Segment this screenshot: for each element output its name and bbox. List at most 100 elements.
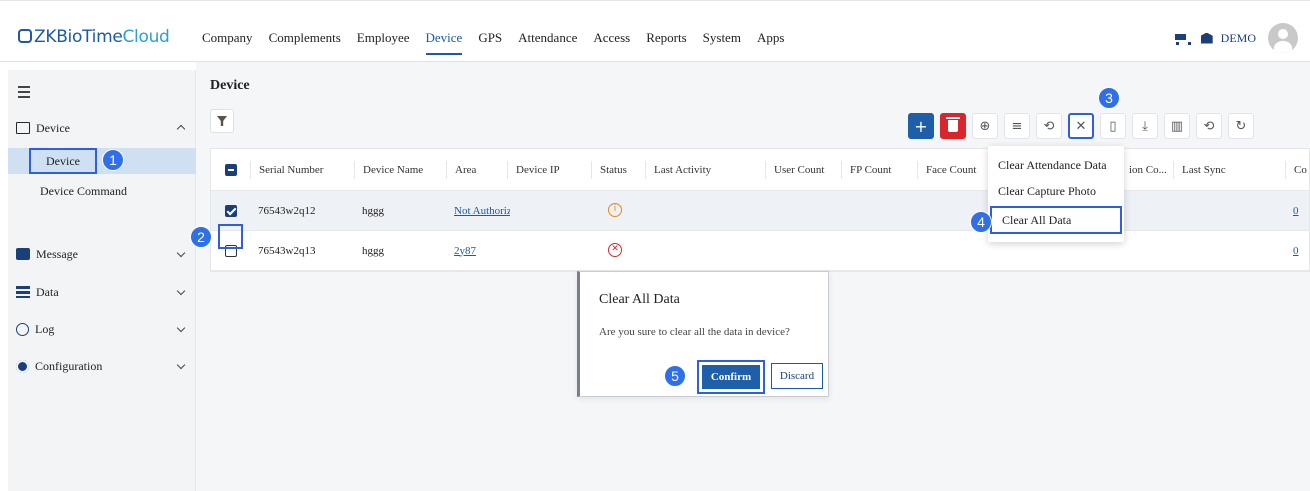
table-header: Serial Number Device Name Area Device IP… (211, 149, 1309, 191)
download-button[interactable]: ⤓ (1132, 113, 1158, 139)
nav-company[interactable]: Company (202, 30, 253, 46)
nav-employee[interactable]: Employee (357, 30, 410, 46)
device-icon (16, 122, 30, 134)
clear-data-button[interactable]: ✕ (1068, 113, 1094, 139)
discard-button[interactable]: Discard (771, 363, 823, 389)
user-sync-icon: ⟲ (1043, 118, 1055, 134)
chevron-down-icon (176, 360, 186, 370)
add-button[interactable]: + (908, 113, 934, 139)
col-fp-count[interactable]: FP Count (841, 160, 917, 179)
top-bar: ZKBioTimeCloud Company Complements Emplo… (0, 0, 1310, 62)
location-icon: ⊕ (979, 118, 991, 134)
sidebar: Device Device Device Command Message Dat… (8, 70, 196, 491)
user-area: DEMO (1173, 23, 1298, 53)
col-last-activity[interactable]: Last Activity (645, 160, 765, 179)
cell-device-name: hggg (362, 244, 384, 257)
cell-serial: 76543w2q13 (258, 244, 316, 257)
confirm-dialog: Clear All Data Are you sure to clear all… (577, 271, 829, 397)
sidebar-item-message[interactable]: Message (8, 241, 196, 267)
table-row[interactable]: 76543w2q13 hggg 2y87 ✕ 0 (211, 231, 1309, 271)
col-area[interactable]: Area (446, 160, 498, 179)
cell-area-link[interactable]: 2y87 (454, 245, 476, 257)
delete-button[interactable] (940, 113, 966, 139)
cell-count-link[interactable]: 0 (1293, 205, 1299, 217)
cart-icon[interactable] (1173, 32, 1191, 45)
step-marker: 1 (102, 149, 124, 171)
list-button[interactable]: ≡ (1004, 113, 1030, 139)
data-icon (16, 286, 30, 298)
chevron-down-icon (176, 286, 186, 296)
clear-data-menu: Clear Attendance Data Clear Capture Phot… (988, 146, 1124, 242)
sidebar-item-configuration[interactable]: Configuration (8, 353, 196, 379)
nav-apps[interactable]: Apps (757, 30, 784, 46)
col-device-name[interactable]: Device Name (354, 160, 438, 179)
user-sync-button[interactable]: ⟲ (1036, 113, 1062, 139)
logo-icon (18, 29, 32, 43)
nav-reports[interactable]: Reports (646, 30, 686, 46)
add-icon: + (914, 116, 928, 136)
clear-icon: ✕ (1075, 118, 1087, 134)
nav-device[interactable]: Device (425, 30, 462, 55)
col-photo-count[interactable]: ion Co... (1121, 161, 1173, 179)
chevron-down-icon (176, 248, 186, 258)
col-user-count[interactable]: User Count (765, 160, 839, 179)
dialog-message: Are you sure to clear all the data in de… (599, 326, 790, 338)
message-icon (16, 248, 30, 260)
cell-serial: 76543w2q12 (258, 204, 316, 217)
page-title: Device (210, 78, 250, 93)
collapse-sidebar-icon[interactable] (18, 86, 30, 98)
col-more[interactable]: Co (1285, 160, 1310, 179)
cell-area-link[interactable]: Not Authoriz (454, 205, 510, 217)
highlight-box (29, 148, 97, 174)
col-status[interactable]: Status (591, 160, 643, 179)
table-row[interactable]: 76543w2q12 hggg Not Authoriz i 0 (211, 191, 1309, 231)
highlight-box (218, 224, 243, 249)
select-all-checkbox[interactable] (225, 164, 237, 176)
nav-complements[interactable]: Complements (269, 30, 341, 46)
row-checkbox[interactable] (225, 205, 237, 217)
warning-icon: i (608, 203, 622, 217)
chevron-up-icon (176, 124, 186, 134)
device-action-button[interactable]: ▯ (1100, 113, 1126, 139)
cell-count-link[interactable]: 0 (1293, 245, 1299, 257)
nav-system[interactable]: System (703, 30, 741, 46)
avatar[interactable] (1268, 23, 1298, 53)
filter-button[interactable] (210, 109, 234, 133)
col-last-sync[interactable]: Last Sync (1173, 160, 1285, 179)
menu-clear-attendance-data[interactable]: Clear Attendance Data (988, 152, 1124, 178)
nav-attendance[interactable]: Attendance (518, 30, 577, 46)
history-button[interactable]: ⟲ (1196, 113, 1222, 139)
refresh-button[interactable]: ↻ (1228, 113, 1254, 139)
col-serial-number[interactable]: Serial Number (250, 160, 346, 179)
gear-icon (16, 359, 29, 373)
step-marker: 3 (1098, 87, 1120, 109)
confirm-button[interactable]: Confirm (697, 360, 765, 394)
organization-icon (1200, 32, 1213, 44)
nav-access[interactable]: Access (593, 30, 630, 46)
cell-device-name: hggg (362, 204, 384, 217)
history-icon: ⟲ (1203, 118, 1215, 134)
location-button[interactable]: ⊕ (972, 113, 998, 139)
sidebar-item-data[interactable]: Data (8, 279, 196, 305)
device-icon: ▯ (1109, 118, 1117, 134)
columns-button[interactable]: ▥ (1164, 113, 1190, 139)
menu-clear-all-data[interactable]: Clear All Data (990, 206, 1122, 234)
app-logo[interactable]: ZKBioTimeCloud (18, 27, 170, 47)
main-nav: Company Complements Employee Device GPS … (202, 30, 800, 55)
sidebar-item-device[interactable]: Device (8, 115, 196, 141)
delete-icon (946, 117, 960, 132)
columns-icon: ▥ (1170, 118, 1184, 134)
col-device-ip[interactable]: Device IP (507, 160, 583, 179)
step-marker: 4 (970, 211, 992, 233)
user-name[interactable]: DEMO (1221, 31, 1256, 46)
sidebar-subitem-device-command[interactable]: Device Command (8, 178, 196, 204)
refresh-icon: ↻ (1235, 118, 1247, 134)
list-icon: ≡ (1011, 118, 1023, 134)
device-table: Serial Number Device Name Area Device IP… (210, 148, 1310, 272)
step-marker: 2 (190, 226, 212, 248)
col-face-count[interactable]: Face Count (917, 160, 989, 179)
download-icon: ⤓ (1142, 118, 1148, 134)
nav-gps[interactable]: GPS (478, 30, 502, 46)
menu-clear-capture-photo[interactable]: Clear Capture Photo (988, 178, 1124, 204)
toolbar: + ⊕ ≡ ⟲ ✕ ▯ ⤓ ▥ ⟲ ↻ (908, 113, 1254, 139)
